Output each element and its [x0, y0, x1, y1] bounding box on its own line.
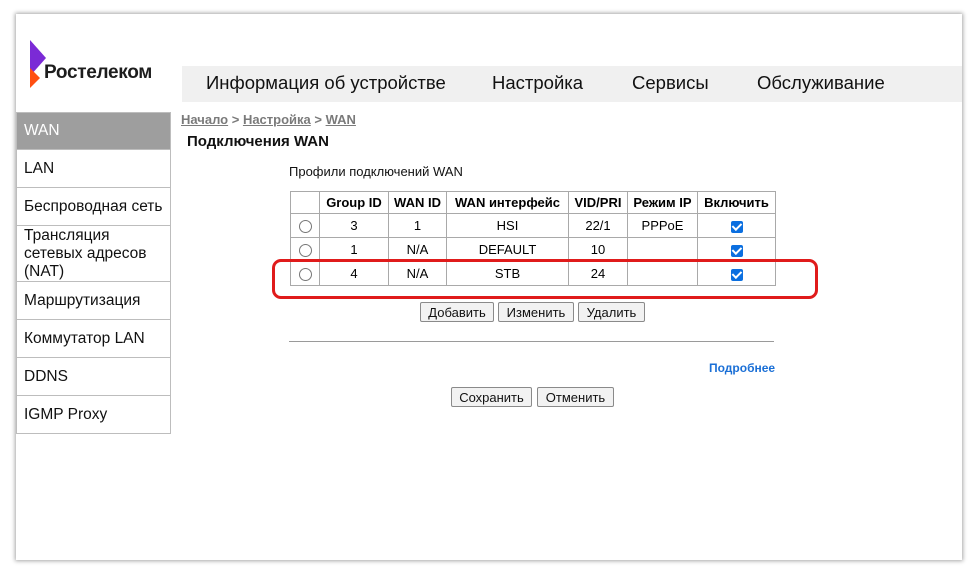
top-navigation: Информация об устройстве Настройка Серви… [182, 66, 962, 102]
breadcrumb-home[interactable]: Начало [181, 112, 228, 127]
delete-button[interactable]: Удалить [578, 302, 645, 322]
table-cell [627, 237, 698, 262]
section-subtitle: Профили подключений WAN [289, 164, 463, 179]
breadcrumb-separator: > [310, 112, 326, 127]
table-cell: HSI [446, 213, 569, 238]
divider [289, 341, 774, 342]
table-cell: 3 [319, 213, 389, 238]
table-cell: 10 [568, 237, 628, 262]
cancel-button[interactable]: Отменить [537, 387, 614, 407]
save-button[interactable]: Сохранить [451, 387, 532, 407]
select-column-header [290, 191, 320, 214]
rostelecom-logo[interactable]: Ростелеком [24, 40, 174, 92]
table-row: 1 N/A DEFAULT 10 [290, 237, 776, 262]
table-cell: 22/1 [568, 213, 628, 238]
sidebar-item-routing[interactable]: Маршрутизация [16, 282, 171, 320]
table-cell: DEFAULT [446, 237, 569, 262]
table-row: 3 1 HSI 22/1 PPPoE [290, 213, 776, 238]
enable-checkbox[interactable] [730, 244, 743, 257]
brand-name: Ростелеком [44, 62, 153, 83]
column-header: VID/PRI [568, 191, 628, 214]
enable-cell [697, 213, 776, 238]
nav-maintenance[interactable]: Обслуживание [757, 72, 885, 94]
sidebar-item-wan[interactable]: WAN [16, 112, 171, 150]
sidebar-item-igmp-proxy[interactable]: IGMP Proxy [16, 396, 171, 434]
breadcrumb-separator: > [228, 112, 243, 127]
add-button[interactable]: Добавить [420, 302, 494, 322]
nav-services[interactable]: Сервисы [632, 72, 709, 94]
table-cell: 1 [319, 237, 389, 262]
sidebar-item-nat[interactable]: Трансляция сетевых адресов (NAT) [16, 226, 171, 282]
sidebar-item-lan[interactable]: LAN [16, 150, 171, 188]
column-header: Режим IP [627, 191, 698, 214]
table-cell: 1 [388, 213, 447, 238]
sidebar-item-ddns[interactable]: DDNS [16, 358, 171, 396]
more-details-link[interactable]: Подробнее [709, 361, 775, 375]
column-header: WAN ID [388, 191, 447, 214]
column-header: WAN интерфейс [446, 191, 569, 214]
row-select-cell [290, 213, 320, 238]
edit-button[interactable]: Изменить [498, 302, 574, 322]
breadcrumb-current[interactable]: WAN [326, 112, 356, 127]
breadcrumb-settings[interactable]: Настройка [243, 112, 311, 127]
row-select-cell [290, 237, 320, 262]
table-header-row: Group ID WAN ID WAN интерфейс VID/PRI Ре… [290, 191, 776, 214]
column-header: Group ID [319, 191, 389, 214]
router-web-window: Ростелеком Информация об устройстве Наст… [16, 14, 962, 560]
column-header: Включить [697, 191, 776, 214]
breadcrumb: Начало > Настройка > WAN [181, 112, 356, 127]
enable-checkbox[interactable] [730, 220, 743, 233]
nav-settings[interactable]: Настройка [492, 72, 583, 94]
stb-row-highlight [272, 259, 818, 299]
nav-device-info[interactable]: Информация об устройстве [206, 72, 446, 94]
table-cell: PPPoE [627, 213, 698, 238]
enable-cell [697, 237, 776, 262]
row-select-radio[interactable] [298, 244, 312, 258]
sidebar-item-lan-switch[interactable]: Коммутатор LAN [16, 320, 171, 358]
table-cell: N/A [388, 237, 447, 262]
sidebar: WAN LAN Беспроводная сеть Трансляция сет… [16, 112, 171, 434]
sidebar-item-wireless[interactable]: Беспроводная сеть [16, 188, 171, 226]
page-title: Подключения WAN [187, 133, 329, 150]
row-select-radio[interactable] [298, 220, 312, 234]
